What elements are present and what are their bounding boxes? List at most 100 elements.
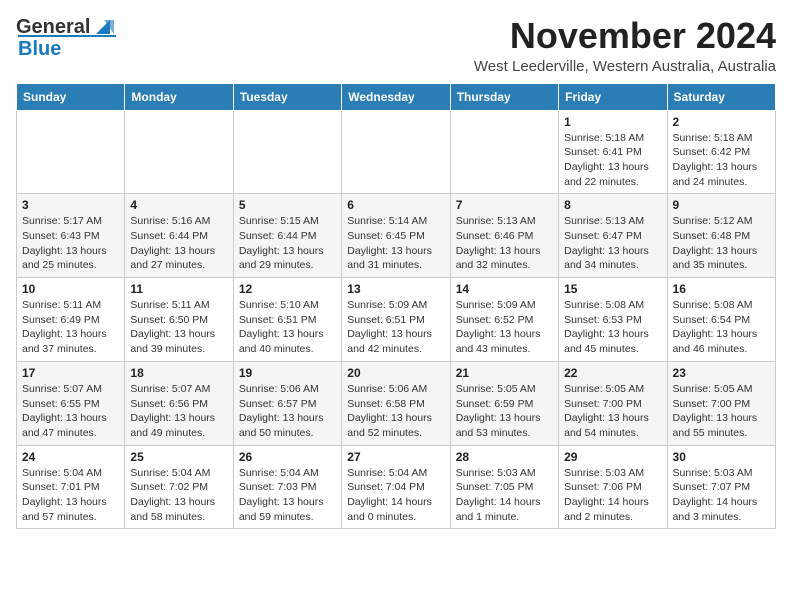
table-row: 7 Sunrise: 5:13 AM Sunset: 6:46 PM Daylig… bbox=[450, 194, 558, 278]
calendar-week-row: 10 Sunrise: 5:11 AM Sunset: 6:49 PM Dayli… bbox=[17, 278, 776, 362]
calendar-week-row: 24Sunrise: 5:04 AM Sunset: 7:01 PM Dayli… bbox=[17, 445, 776, 529]
table-row: 10 Sunrise: 5:11 AM Sunset: 6:49 PM Dayli… bbox=[17, 278, 125, 362]
day-number: 17 bbox=[22, 366, 119, 380]
day-info: Sunrise: 5:04 AM Sunset: 7:01 PM Dayligh… bbox=[22, 466, 119, 525]
day-number: 6 bbox=[347, 198, 444, 212]
table-row: 9 Sunrise: 5:12 AM Sunset: 6:48 PM Daylig… bbox=[667, 194, 775, 278]
header-sunday: Sunday bbox=[17, 83, 125, 110]
day-info: Sunrise: 5:15 AM Sunset: 6:44 PM Dayligh… bbox=[239, 214, 336, 273]
day-info: Sunrise: 5:13 AM Sunset: 6:46 PM Dayligh… bbox=[456, 214, 553, 273]
table-row: 19 Sunrise: 5:06 AM Sunset: 6:57 PM Dayli… bbox=[233, 361, 341, 445]
day-number: 12 bbox=[239, 282, 336, 296]
day-info: Sunrise: 5:05 AM Sunset: 7:00 PM Dayligh… bbox=[564, 382, 661, 441]
calendar-week-row: 1 Sunrise: 5:18 AM Sunset: 6:41 PM Daylig… bbox=[17, 110, 776, 194]
header-monday: Monday bbox=[125, 83, 233, 110]
day-info: Sunrise: 5:10 AM Sunset: 6:51 PM Dayligh… bbox=[239, 298, 336, 357]
day-number: 29 bbox=[564, 450, 661, 464]
header-saturday: Saturday bbox=[667, 83, 775, 110]
day-info: Sunrise: 5:04 AM Sunset: 7:02 PM Dayligh… bbox=[130, 466, 227, 525]
day-info: Sunrise: 5:04 AM Sunset: 7:03 PM Dayligh… bbox=[239, 466, 336, 525]
day-number: 27 bbox=[347, 450, 444, 464]
header-wednesday: Wednesday bbox=[342, 83, 450, 110]
day-number: 16 bbox=[673, 282, 770, 296]
day-info: Sunrise: 5:03 AM Sunset: 7:07 PM Dayligh… bbox=[673, 466, 770, 525]
day-number: 7 bbox=[456, 198, 553, 212]
day-number: 23 bbox=[673, 366, 770, 380]
day-info: Sunrise: 5:06 AM Sunset: 6:57 PM Dayligh… bbox=[239, 382, 336, 441]
day-info: Sunrise: 5:03 AM Sunset: 7:06 PM Dayligh… bbox=[564, 466, 661, 525]
day-info: Sunrise: 5:17 AM Sunset: 6:43 PM Dayligh… bbox=[22, 214, 119, 273]
day-number: 15 bbox=[564, 282, 661, 296]
table-row: 15 Sunrise: 5:08 AM Sunset: 6:53 PM Dayli… bbox=[559, 278, 667, 362]
day-info: Sunrise: 5:18 AM Sunset: 6:41 PM Dayligh… bbox=[564, 131, 661, 190]
day-info: Sunrise: 5:06 AM Sunset: 6:58 PM Dayligh… bbox=[347, 382, 444, 441]
day-number: 28 bbox=[456, 450, 553, 464]
day-info: Sunrise: 5:08 AM Sunset: 6:53 PM Dayligh… bbox=[564, 298, 661, 357]
location-subtitle: West Leederville, Western Australia, Aus… bbox=[474, 58, 776, 75]
calendar-table: Sunday Monday Tuesday Wednesday Thursday… bbox=[16, 83, 776, 530]
day-info: Sunrise: 5:13 AM Sunset: 6:47 PM Dayligh… bbox=[564, 214, 661, 273]
table-row: 17Sunrise: 5:07 AM Sunset: 6:55 PM Dayli… bbox=[17, 361, 125, 445]
day-info: Sunrise: 5:09 AM Sunset: 6:52 PM Dayligh… bbox=[456, 298, 553, 357]
header: General Blue November 2024 West Leedervi… bbox=[16, 16, 776, 75]
table-row: 14 Sunrise: 5:09 AM Sunset: 6:52 PM Dayli… bbox=[450, 278, 558, 362]
day-info: Sunrise: 5:05 AM Sunset: 7:00 PM Dayligh… bbox=[673, 382, 770, 441]
table-row: 25 Sunrise: 5:04 AM Sunset: 7:02 PM Dayli… bbox=[125, 445, 233, 529]
day-number: 26 bbox=[239, 450, 336, 464]
day-number: 14 bbox=[456, 282, 553, 296]
day-number: 10 bbox=[22, 282, 119, 296]
calendar-week-row: 17Sunrise: 5:07 AM Sunset: 6:55 PM Dayli… bbox=[17, 361, 776, 445]
day-number: 13 bbox=[347, 282, 444, 296]
logo: General Blue bbox=[16, 16, 114, 61]
table-row: 3 Sunrise: 5:17 AM Sunset: 6:43 PM Daylig… bbox=[17, 194, 125, 278]
day-info: Sunrise: 5:12 AM Sunset: 6:48 PM Dayligh… bbox=[673, 214, 770, 273]
day-number: 8 bbox=[564, 198, 661, 212]
table-row: 16Sunrise: 5:08 AM Sunset: 6:54 PM Dayli… bbox=[667, 278, 775, 362]
day-info: Sunrise: 5:07 AM Sunset: 6:56 PM Dayligh… bbox=[130, 382, 227, 441]
day-info: Sunrise: 5:11 AM Sunset: 6:49 PM Dayligh… bbox=[22, 298, 119, 357]
table-row: 11 Sunrise: 5:11 AM Sunset: 6:50 PM Dayli… bbox=[125, 278, 233, 362]
header-thursday: Thursday bbox=[450, 83, 558, 110]
table-row: 4Sunrise: 5:16 AM Sunset: 6:44 PM Daylig… bbox=[125, 194, 233, 278]
table-row: 2 Sunrise: 5:18 AM Sunset: 6:42 PM Daylig… bbox=[667, 110, 775, 194]
day-number: 30 bbox=[673, 450, 770, 464]
day-number: 9 bbox=[673, 198, 770, 212]
day-number: 2 bbox=[673, 115, 770, 129]
header-tuesday: Tuesday bbox=[233, 83, 341, 110]
day-info: Sunrise: 5:03 AM Sunset: 7:05 PM Dayligh… bbox=[456, 466, 553, 525]
header-friday: Friday bbox=[559, 83, 667, 110]
table-row bbox=[125, 110, 233, 194]
table-row: 8 Sunrise: 5:13 AM Sunset: 6:47 PM Daylig… bbox=[559, 194, 667, 278]
day-info: Sunrise: 5:04 AM Sunset: 7:04 PM Dayligh… bbox=[347, 466, 444, 525]
day-number: 18 bbox=[130, 366, 227, 380]
month-title: November 2024 bbox=[474, 16, 776, 56]
calendar-body: 1 Sunrise: 5:18 AM Sunset: 6:41 PM Daylig… bbox=[17, 110, 776, 529]
day-number: 19 bbox=[239, 366, 336, 380]
day-number: 20 bbox=[347, 366, 444, 380]
table-row: 18 Sunrise: 5:07 AM Sunset: 6:56 PM Dayli… bbox=[125, 361, 233, 445]
day-number: 5 bbox=[239, 198, 336, 212]
day-number: 11 bbox=[130, 282, 227, 296]
day-number: 21 bbox=[456, 366, 553, 380]
table-row: 26 Sunrise: 5:04 AM Sunset: 7:03 PM Dayli… bbox=[233, 445, 341, 529]
day-info: Sunrise: 5:18 AM Sunset: 6:42 PM Dayligh… bbox=[673, 131, 770, 190]
day-info: Sunrise: 5:05 AM Sunset: 6:59 PM Dayligh… bbox=[456, 382, 553, 441]
day-number: 1 bbox=[564, 115, 661, 129]
table-row: 29 Sunrise: 5:03 AM Sunset: 7:06 PM Dayli… bbox=[559, 445, 667, 529]
day-info: Sunrise: 5:09 AM Sunset: 6:51 PM Dayligh… bbox=[347, 298, 444, 357]
table-row: 12 Sunrise: 5:10 AM Sunset: 6:51 PM Dayli… bbox=[233, 278, 341, 362]
table-row: 20 Sunrise: 5:06 AM Sunset: 6:58 PM Dayli… bbox=[342, 361, 450, 445]
page-container: General Blue November 2024 West Leedervi… bbox=[16, 16, 776, 529]
table-row: 28 Sunrise: 5:03 AM Sunset: 7:05 PM Dayli… bbox=[450, 445, 558, 529]
day-number: 22 bbox=[564, 366, 661, 380]
table-row: 6Sunrise: 5:14 AM Sunset: 6:45 PM Daylig… bbox=[342, 194, 450, 278]
table-row: 30 Sunrise: 5:03 AM Sunset: 7:07 PM Dayli… bbox=[667, 445, 775, 529]
day-number: 25 bbox=[130, 450, 227, 464]
day-info: Sunrise: 5:16 AM Sunset: 6:44 PM Dayligh… bbox=[130, 214, 227, 273]
day-info: Sunrise: 5:11 AM Sunset: 6:50 PM Dayligh… bbox=[130, 298, 227, 357]
logo-text-block: General Blue bbox=[16, 16, 114, 61]
table-row: 27 Sunrise: 5:04 AM Sunset: 7:04 PM Dayli… bbox=[342, 445, 450, 529]
day-number: 3 bbox=[22, 198, 119, 212]
table-row bbox=[17, 110, 125, 194]
calendar-week-row: 3 Sunrise: 5:17 AM Sunset: 6:43 PM Daylig… bbox=[17, 194, 776, 278]
